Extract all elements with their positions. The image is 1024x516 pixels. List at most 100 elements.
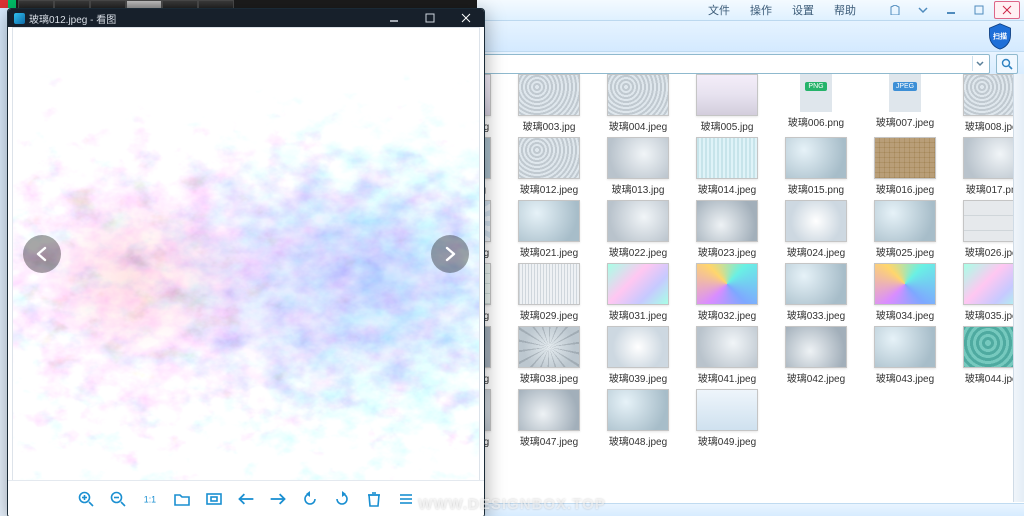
file-thumbnail [963,326,1014,368]
skin-button[interactable] [882,1,908,19]
file-thumbnail [696,326,758,368]
file-item[interactable]: 玻璃032.jpeg [685,263,769,322]
file-item[interactable]: 玻璃035.jpeg [952,263,1014,322]
chevron-down-icon[interactable] [972,56,987,71]
close-button[interactable] [994,1,1020,19]
menu-help[interactable]: 帮助 [824,2,866,18]
file-name-label: 玻璃032.jpeg [698,307,756,322]
file-thumbnail [518,263,580,305]
prev-icon[interactable] [237,490,255,508]
file-name-label: 玻璃013.jpg [612,181,665,196]
viewer-app-icon [14,13,25,24]
file-name-label: 玻璃007.jpeg [876,114,934,129]
next-icon[interactable] [269,490,287,508]
file-item[interactable]: 玻璃014.jpeg [685,137,769,196]
menu-settings[interactable]: 设置 [782,2,824,18]
file-name-label: 玻璃033.jpeg [787,307,845,322]
file-item[interactable]: 玻璃015.png [774,137,858,196]
file-item[interactable]: 玻璃041.jpeg [685,326,769,385]
logo-bar: 扫描 [477,21,1024,52]
file-name-label: 玻璃012.jpeg [520,181,578,196]
menu-file[interactable]: 文件 [698,2,740,18]
file-name-label: 玻璃024.jpeg [787,244,845,259]
address-input[interactable] [483,54,990,74]
minimize-button[interactable] [938,1,964,19]
file-name-label: 玻璃043.jpeg [876,370,934,385]
search-button[interactable] [996,54,1018,74]
zoom-out-icon[interactable] [109,490,127,508]
viewer-toolbar: 1:1 [8,480,484,516]
file-item[interactable]: 玻璃031.jpeg [596,263,680,322]
menu-action[interactable]: 操作 [740,2,782,18]
viewer-canvas[interactable] [12,27,480,481]
file-thumbnail [696,263,758,305]
file-thumbnail [696,137,758,179]
viewer-close-button[interactable] [448,9,484,27]
viewer-minimize-button[interactable] [376,9,412,27]
filetype-badge: PNG [805,82,826,91]
file-item[interactable]: 玻璃044.jpeg [952,326,1014,385]
file-item[interactable]: 玻璃029.jpeg [507,263,591,322]
zoom-in-icon[interactable] [77,490,95,508]
file-item[interactable]: 玻璃017.png [952,137,1014,196]
open-folder-icon[interactable] [173,490,191,508]
file-item[interactable]: 玻璃021.jpeg [507,200,591,259]
file-thumbnail [518,137,580,179]
file-name-label: 玻璃039.jpeg [609,370,667,385]
scrollbar[interactable] [1013,74,1024,502]
delete-icon[interactable] [365,490,383,508]
file-thumbnail [696,200,758,242]
file-item[interactable]: 玻璃004.jpeg [596,74,680,133]
file-item[interactable]: 玻璃038.jpeg [507,326,591,385]
file-name-label: 玻璃004.jpeg [609,118,667,133]
file-thumbnail [874,137,936,179]
file-thumbnail [518,74,580,116]
maximize-button[interactable] [966,1,992,19]
file-item[interactable]: 玻璃034.jpeg [863,263,947,322]
file-item[interactable]: 玻璃013.jpg [596,137,680,196]
file-item[interactable]: 玻璃039.jpeg [596,326,680,385]
file-item[interactable]: 玻璃048.jpeg [596,389,680,448]
file-item[interactable]: 玻璃023.jpeg [685,200,769,259]
file-name-label: 玻璃026.jpeg [965,244,1014,259]
file-item[interactable]: 玻璃043.jpeg [863,326,947,385]
file-item[interactable]: 玻璃005.jpg [685,74,769,133]
file-item[interactable]: 玻璃008.jpeg [952,74,1014,133]
file-name-label: 玻璃016.jpeg [876,181,934,196]
viewer-titlebar[interactable]: 玻璃012.jpeg - 看图 [8,9,484,27]
file-item[interactable]: 玻璃022.jpeg [596,200,680,259]
file-name-label: 玻璃034.jpeg [876,307,934,322]
file-thumbnail [963,137,1014,179]
actual-size-icon[interactable]: 1:1 [141,490,159,508]
file-item[interactable]: 玻璃047.jpeg [507,389,591,448]
file-name-label: 玻璃031.jpeg [609,307,667,322]
file-item[interactable]: JPEG 玻璃007.jpeg [863,74,947,133]
file-item[interactable]: 玻璃016.jpeg [863,137,947,196]
file-item[interactable]: 玻璃024.jpeg [774,200,858,259]
prev-image-button[interactable] [23,235,61,273]
rotate-left-icon[interactable] [301,490,319,508]
file-item[interactable]: PNG玻璃006.png [774,74,858,133]
file-item[interactable]: 玻璃012.jpeg [507,137,591,196]
file-name-label: 玻璃008.jpeg [965,118,1014,133]
app-emblem-icon: 扫描 [986,22,1014,50]
file-thumbnail [874,200,936,242]
file-item[interactable]: 玻璃033.jpeg [774,263,858,322]
next-image-button[interactable] [431,235,469,273]
file-item[interactable]: 玻璃049.jpeg [685,389,769,448]
viewer-title: 玻璃012.jpeg - 看图 [29,11,376,26]
file-thumbnail: JPEG [889,74,921,112]
file-name-label: 玻璃022.jpeg [609,244,667,259]
dropdown-button[interactable] [910,1,936,19]
file-name-label: 玻璃021.jpeg [520,244,578,259]
rotate-right-icon[interactable] [333,490,351,508]
file-item[interactable]: 玻璃025.jpeg [863,200,947,259]
viewer-maximize-button[interactable] [412,9,448,27]
file-thumbnail [607,326,669,368]
file-item[interactable]: 玻璃026.jpeg [952,200,1014,259]
file-item[interactable]: 玻璃003.jpg [507,74,591,133]
file-item[interactable]: 玻璃042.jpeg [774,326,858,385]
file-thumbnail [696,74,758,116]
fit-window-icon[interactable] [205,490,223,508]
more-icon[interactable] [397,490,415,508]
